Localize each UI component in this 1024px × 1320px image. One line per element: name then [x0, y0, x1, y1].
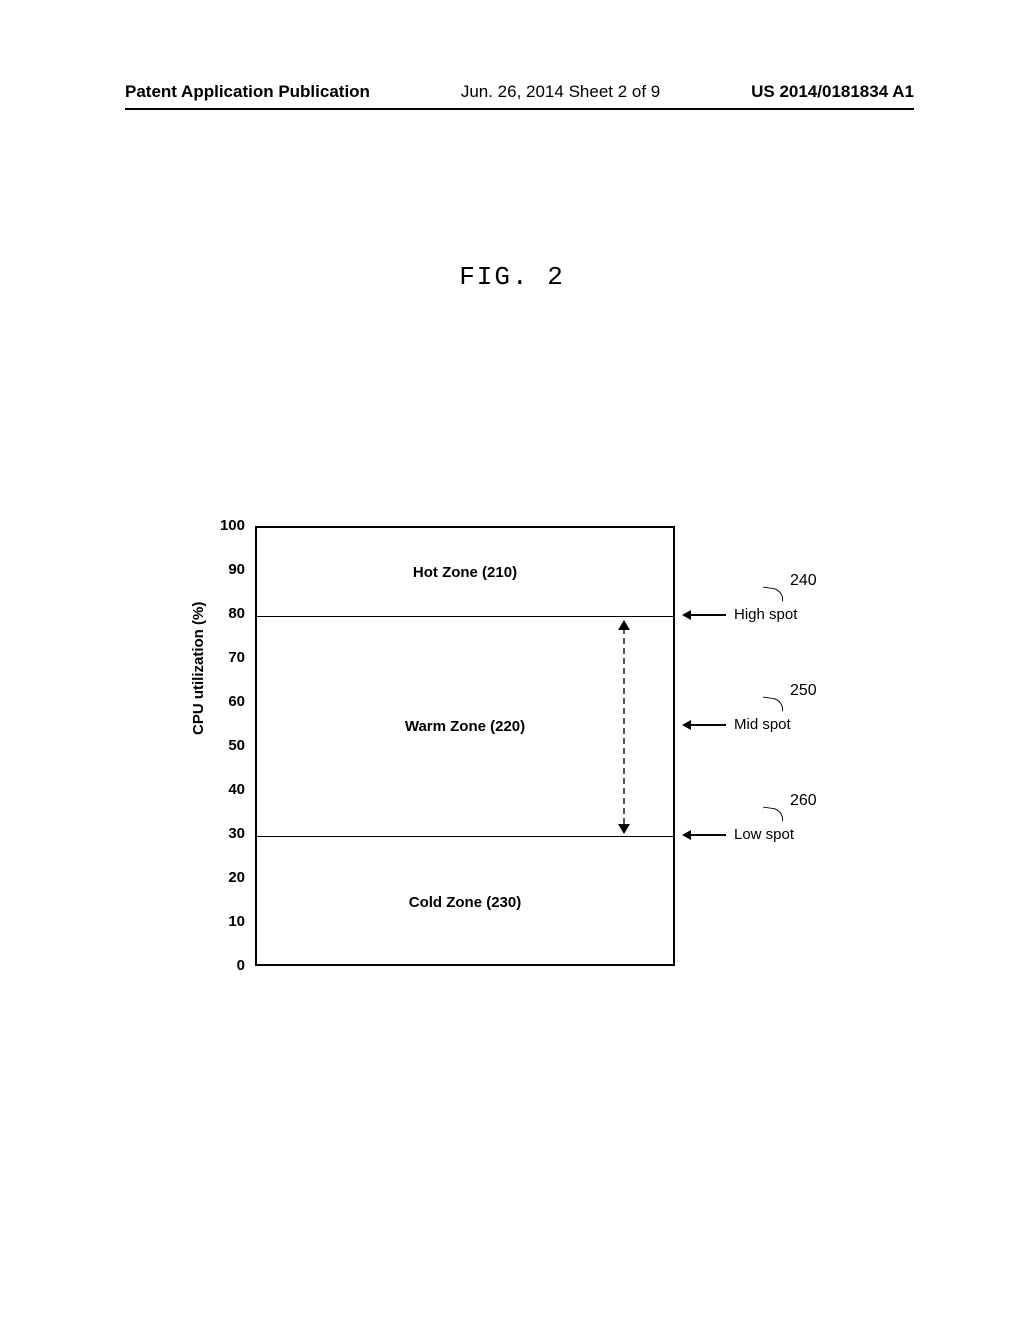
range-dashed-line	[623, 628, 625, 824]
chart: 100 90 80 70 60 50 40 30 20 10 0 CPU uti…	[200, 520, 910, 1000]
reference-240: 240	[790, 572, 817, 590]
header-mid: Jun. 26, 2014 Sheet 2 of 9	[461, 82, 660, 102]
leader-curl-icon	[761, 697, 784, 712]
page-header: Patent Application Publication Jun. 26, …	[0, 82, 1024, 110]
y-tick-20: 20	[200, 869, 245, 886]
arrow-left-icon	[690, 614, 726, 616]
y-tick-50: 50	[200, 737, 245, 754]
arrow-left-icon	[690, 834, 726, 836]
y-tick-90: 90	[200, 561, 245, 578]
header-row: Patent Application Publication Jun. 26, …	[0, 82, 1024, 102]
arrow-left-icon	[690, 724, 726, 726]
arrow-up-icon	[618, 620, 630, 630]
zone-divider-high	[257, 616, 673, 617]
zone-divider-low	[257, 836, 673, 837]
reference-260: 260	[790, 792, 817, 810]
header-rule	[125, 108, 914, 110]
y-tick-40: 40	[200, 781, 245, 798]
y-tick-100: 100	[200, 517, 245, 534]
label-low-spot: Low spot	[734, 826, 794, 843]
arrow-down-icon	[618, 824, 630, 834]
label-mid-spot: Mid spot	[734, 716, 791, 733]
page: Patent Application Publication Jun. 26, …	[0, 0, 1024, 1320]
y-tick-0: 0	[200, 957, 245, 974]
y-axis: 100 90 80 70 60 50 40 30 20 10 0 CPU uti…	[200, 520, 245, 960]
y-tick-30: 30	[200, 825, 245, 842]
label-high-spot: High spot	[734, 606, 797, 623]
figure-caption: FIG. 2	[0, 262, 1024, 292]
header-right: US 2014/0181834 A1	[751, 82, 914, 102]
plot-area: Hot Zone (210) Warm Zone (220) Cold Zone…	[255, 526, 675, 966]
y-tick-10: 10	[200, 913, 245, 930]
y-axis-label: CPU utilization (%)	[190, 602, 207, 735]
reference-250: 250	[790, 682, 817, 700]
zone-label-hot: Hot Zone (210)	[257, 564, 673, 581]
zone-label-cold: Cold Zone (230)	[257, 894, 673, 911]
header-left: Patent Application Publication	[125, 82, 370, 102]
zone-label-warm: Warm Zone (220)	[257, 718, 673, 735]
leader-curl-icon	[761, 807, 784, 822]
leader-curl-icon	[761, 587, 784, 602]
